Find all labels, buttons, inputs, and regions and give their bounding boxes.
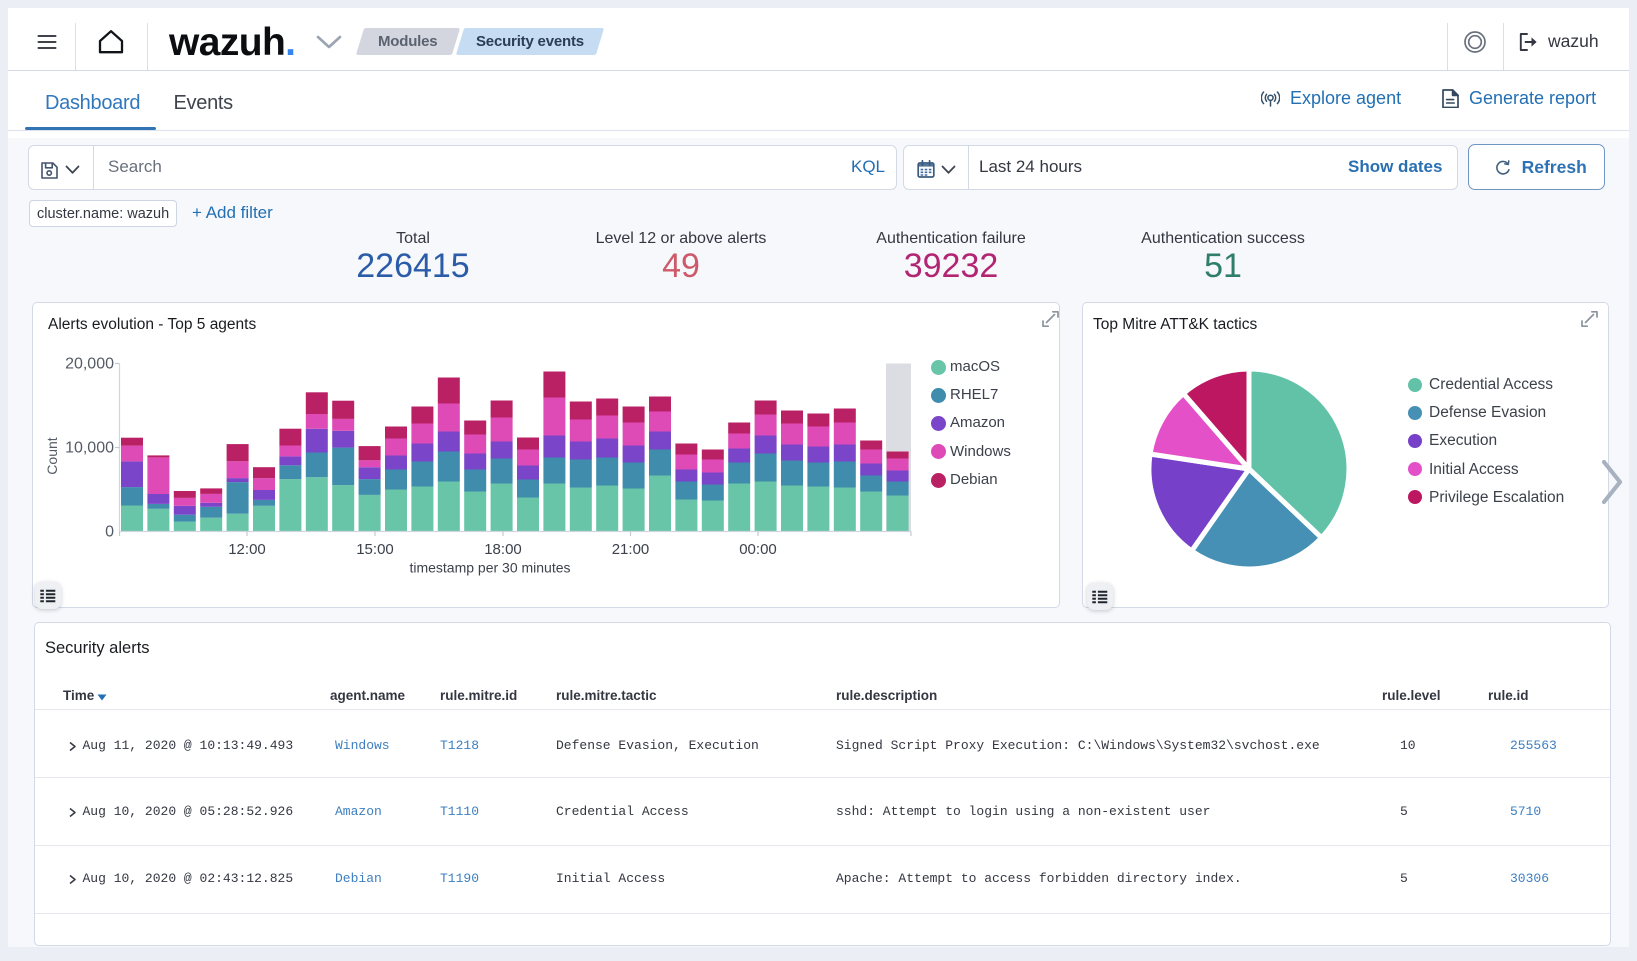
svg-text:18:00: 18:00 [484, 541, 522, 558]
svg-text:15:00: 15:00 [356, 541, 394, 558]
svg-text:12:00: 12:00 [228, 541, 266, 558]
svg-text:10,000: 10,000 [65, 440, 114, 457]
svg-text:timestamp per 30 minutes: timestamp per 30 minutes [409, 560, 570, 576]
svg-text:0: 0 [105, 524, 114, 541]
svg-text:00:00: 00:00 [739, 541, 777, 558]
svg-text:21:00: 21:00 [612, 541, 650, 558]
svg-text:20,000: 20,000 [65, 356, 114, 373]
